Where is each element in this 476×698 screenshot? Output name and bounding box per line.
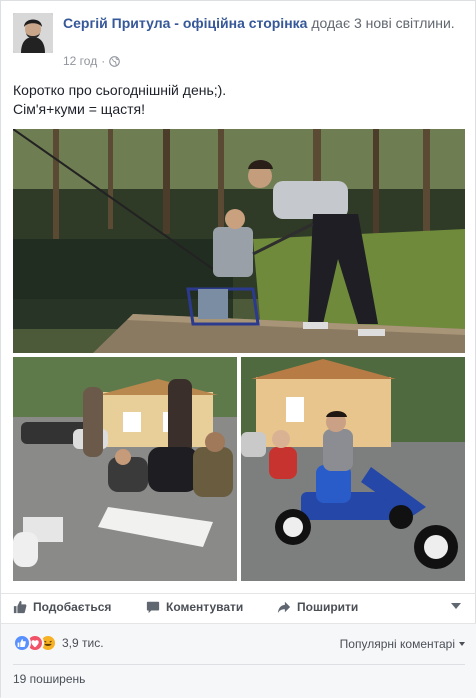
post-footer: 3,9 тис. Популярні коментарі 19 поширень [1, 623, 476, 698]
post-time[interactable]: 12 год [63, 54, 97, 68]
reactions-count[interactable]: 3,9 тис. [62, 636, 104, 650]
sort-caret-icon [459, 642, 465, 646]
post-text-line-2: Сім'я+куми = щастя! [13, 101, 145, 117]
post-text: Коротко про сьогоднішній день;). Сім'я+к… [13, 81, 465, 119]
post-meta: 12 год · [63, 54, 121, 68]
share-label: Поширити [297, 600, 359, 614]
thumbs-up-icon [13, 600, 27, 614]
photo-grid [13, 129, 465, 581]
author-link[interactable]: Сергій Притула - офіційна сторінка [63, 15, 307, 31]
comment-icon [146, 601, 160, 614]
like-reaction-icon [13, 634, 31, 652]
kids-go-kart-photo[interactable] [241, 357, 465, 581]
meta-separator: · [101, 54, 106, 68]
fishing-pier-photo[interactable] [13, 129, 465, 353]
reactions-summary[interactable]: 3,9 тис. [13, 634, 104, 652]
post-card: Сергій Притула - офіційна сторінка додає… [0, 0, 476, 698]
comments-sort-dropdown[interactable]: Популярні коментарі [340, 637, 465, 651]
chevron-down-icon[interactable] [451, 603, 461, 609]
globe-icon[interactable] [109, 55, 121, 67]
avatar[interactable] [13, 13, 53, 53]
comment-button[interactable]: Коментувати [146, 600, 243, 614]
share-arrow-icon [277, 601, 291, 614]
post-actions-bar: Подобається Коментувати Поширити [1, 593, 476, 623]
like-button[interactable]: Подобається [13, 600, 111, 614]
post-text-line-1: Коротко про сьогоднішній день;). [13, 82, 227, 98]
comment-label: Коментувати [166, 600, 244, 614]
post-header: Сергій Притула - офіційна сторінка додає… [13, 13, 465, 69]
footer-divider [13, 664, 465, 665]
shares-count[interactable]: 19 поширень [13, 672, 85, 686]
header-text: Сергій Притула - офіційна сторінка додає… [63, 14, 463, 33]
like-label: Подобається [33, 600, 112, 614]
group-playing-game-photo[interactable] [13, 357, 237, 581]
share-button[interactable]: Поширити [277, 600, 358, 614]
sort-label: Популярні коментарі [339, 637, 455, 651]
post-action-text: додає 3 нові світлини. [307, 15, 455, 31]
